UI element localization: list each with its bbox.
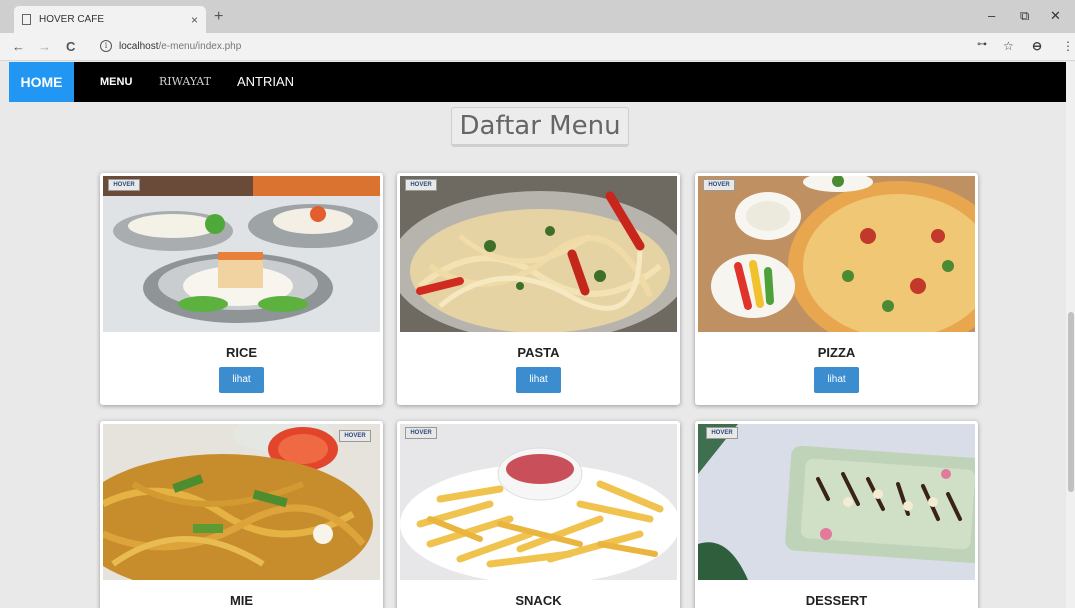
site-navbar: HOME MENU RIWAYAT ANTRIAN [9, 62, 1075, 102]
browser-tabstrip: HOVER CAFE × + – ⧉ ✕ [0, 0, 1075, 33]
more-icon[interactable]: ⋮ [1062, 39, 1074, 53]
hover-logo: HOVER [703, 179, 735, 191]
nav-riwayat[interactable]: RIWAYAT [159, 62, 211, 102]
star-icon[interactable]: ☆ [1003, 39, 1014, 53]
menu-name: RICE [225, 345, 258, 360]
fried-noodles-dish-image: HOVER [103, 424, 380, 580]
menu-name: PASTA [517, 345, 560, 360]
pizza-dish-image: HOVER [698, 176, 975, 332]
back-icon[interactable]: ← [12, 39, 25, 54]
nav-menu[interactable]: MENU [100, 62, 132, 102]
page-scrollbar[interactable] [1066, 62, 1075, 608]
forward-icon[interactable]: → [38, 39, 51, 54]
window-close-icon[interactable]: ✕ [1050, 8, 1061, 24]
lihat-button-rice[interactable]: lihat [219, 367, 264, 393]
lihat-button-pizza[interactable]: lihat [814, 367, 859, 393]
restore-icon[interactable]: ⧉ [1020, 8, 1029, 24]
rice-dish-image: HOVER [103, 176, 380, 332]
lihat-button-pasta[interactable]: lihat [516, 367, 561, 393]
reload-icon[interactable]: C [66, 39, 75, 54]
scrollbar-thumb[interactable] [1068, 312, 1074, 492]
nav-home[interactable]: HOME [9, 62, 74, 102]
menu-card-pasta: HOVER PASTA lihat [397, 173, 680, 405]
url-path: /e-menu/index.php [158, 41, 242, 52]
page-icon [22, 14, 31, 25]
tab-close-icon[interactable]: × [191, 13, 198, 27]
minimize-icon[interactable]: – [988, 8, 995, 23]
hover-logo: HOVER [405, 179, 437, 191]
browser-tab[interactable]: HOVER CAFE × [14, 6, 206, 33]
hover-logo: HOVER [108, 179, 140, 191]
menu-card-snack: HOVER SNACK [397, 421, 680, 608]
menu-card-rice: HOVER RICE lihat [100, 173, 383, 405]
hover-logo: HOVER [706, 427, 738, 439]
spaghetti-dish-image: HOVER [400, 176, 677, 332]
menu-name: PIZZA [817, 345, 856, 360]
menu-card-pizza: HOVER PIZZA lihat [695, 173, 978, 405]
profile-icon[interactable]: ⊖ [1032, 39, 1042, 53]
url-host: localhost [119, 41, 159, 52]
menu-name: MIE [229, 593, 254, 608]
hover-logo: HOVER [339, 430, 371, 442]
french-fries-dish-image: HOVER [400, 424, 677, 580]
menu-name: DESSERT [805, 593, 868, 608]
address-bar: ← → C i localhost/e-menu/index.php ⊶ ☆ ⊖… [0, 33, 1075, 61]
dessert-plate-image: HOVER [698, 424, 975, 580]
hover-logo: HOVER [405, 427, 437, 439]
new-tab-icon[interactable]: + [214, 8, 223, 26]
url-field[interactable]: localhost/e-menu/index.php [119, 41, 241, 52]
menu-card-dessert: HOVER DESSERT [695, 421, 978, 608]
key-icon[interactable]: ⊶ [977, 39, 987, 50]
menu-card-mie: HOVER MIE [100, 421, 383, 608]
menu-name: SNACK [515, 593, 562, 608]
page-title: Daftar Menu [451, 107, 629, 147]
nav-antrian[interactable]: ANTRIAN [237, 62, 294, 102]
info-icon[interactable]: i [100, 40, 112, 52]
tab-title: HOVER CAFE [39, 14, 105, 25]
